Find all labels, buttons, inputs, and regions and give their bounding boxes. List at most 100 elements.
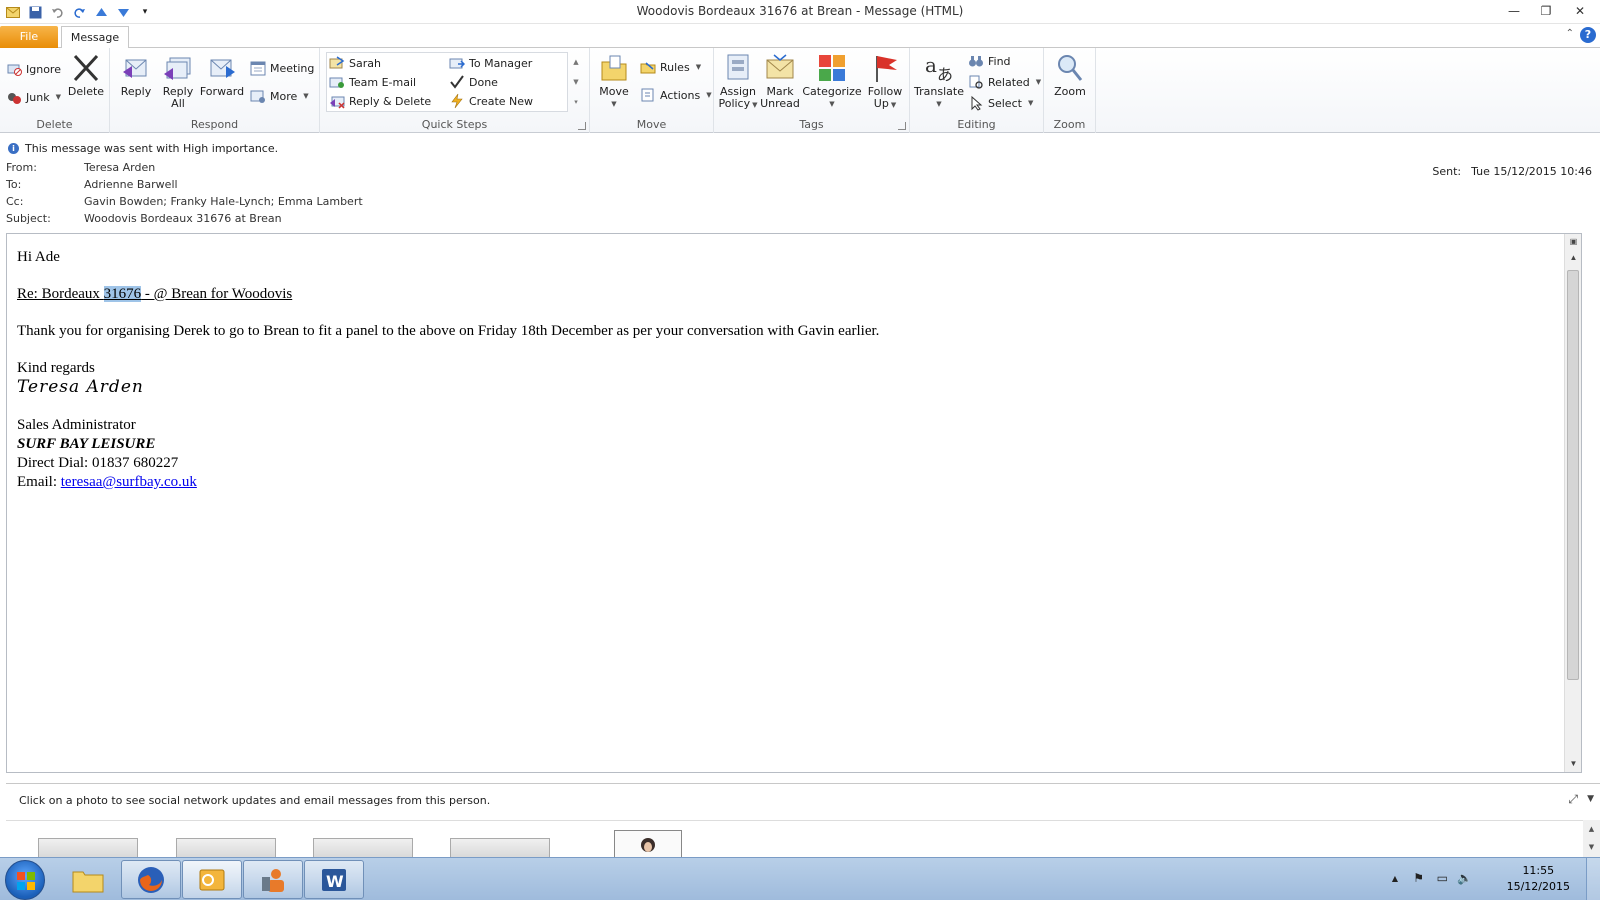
quick-step-team-email[interactable]: Team E-mail — [329, 73, 416, 91]
close-button[interactable]: ✕ — [1564, 0, 1596, 22]
collapse-ribbon-icon[interactable]: ⌃ — [1566, 28, 1574, 39]
quick-steps-scroll[interactable]: ▲ ▼ ▾ — [569, 52, 583, 112]
forward-button[interactable]: Forward — [198, 52, 246, 98]
quick-step-done[interactable]: Done — [449, 73, 498, 91]
more-respond-button[interactable]: More ▼ — [250, 87, 309, 105]
message-header: i This message was sent with High import… — [0, 133, 1600, 233]
restore-button[interactable]: ❐ — [1530, 0, 1562, 22]
find-button[interactable]: Find — [968, 52, 1011, 70]
sent-row: Sent: Tue 15/12/2015 10:46 — [1432, 165, 1592, 178]
greeting: Hi Ade — [17, 249, 60, 265]
follow-up-button[interactable]: Follow Up ▼ — [864, 52, 906, 111]
taskbar-firefox[interactable] — [121, 860, 181, 899]
email-link[interactable]: teresaa@surfbay.co.uk — [61, 474, 197, 490]
junk-button[interactable]: Junk ▼ — [6, 88, 61, 106]
scroll-down-icon[interactable]: ▼ — [1565, 756, 1582, 772]
svg-text:あ: あ — [937, 65, 953, 84]
quick-steps-launcher-icon[interactable] — [578, 122, 586, 130]
user-app-icon — [262, 868, 284, 892]
taskbar-word[interactable]: W — [304, 860, 364, 899]
rules-button[interactable]: Rules ▼ — [640, 58, 701, 76]
network-icon[interactable]: ▭ — [1437, 871, 1448, 885]
zoom-button[interactable]: Zoom — [1048, 52, 1092, 98]
group-label-respond: Respond — [190, 118, 239, 131]
people-pane-divider — [6, 820, 1600, 821]
delete-button[interactable]: Delete — [66, 52, 106, 98]
people-pane-hint: Click on a photo to see social network u… — [19, 794, 491, 807]
group-zoom: Zoom Zoom — [1044, 48, 1096, 133]
scroll-up-icon[interactable]: ▲ — [1565, 250, 1582, 266]
group-move: Move ▼ Rules ▼ Actions ▼ Move — [590, 48, 714, 133]
direct-dial: Direct Dial: 01837 680227 — [17, 455, 179, 471]
categorize-button[interactable]: Categorize ▼ — [802, 52, 862, 110]
assign-policy-icon — [727, 54, 749, 80]
company-name: SURF BAY LEISURE — [17, 436, 156, 452]
scroll-settings-icon[interactable]: ▣ — [1565, 234, 1582, 250]
tab-file[interactable]: File — [0, 26, 58, 48]
windows-logo-icon — [17, 872, 35, 890]
categorize-icon — [819, 55, 845, 81]
taskbar: W ▲ ⚑ ▭ 🔈 11:55 15/12/2015 — [0, 857, 1600, 900]
collapse-people-pane-icon[interactable]: ▼ — [1587, 794, 1594, 804]
mark-unread-button[interactable]: Mark Unread — [760, 52, 800, 110]
word-icon: W — [322, 868, 346, 891]
action-center-flag-icon[interactable]: ⚑ — [1413, 871, 1424, 885]
help-icon[interactable]: ? — [1580, 27, 1596, 43]
svg-text:W: W — [326, 872, 344, 891]
message-body[interactable]: Hi Ade Re: Bordeaux 31676 - @ Brean for … — [6, 233, 1582, 773]
scroll-thumb[interactable] — [1567, 270, 1579, 680]
cursor-icon — [971, 95, 983, 111]
meeting-button[interactable]: Meeting — [250, 59, 314, 77]
reply-button[interactable]: Reply — [116, 52, 156, 98]
group-respond: Reply Reply All Forward Meeting More ▼ Re… — [110, 48, 320, 133]
taskbar-explorer[interactable] — [58, 860, 118, 899]
show-hidden-icons[interactable]: ▲ — [1392, 874, 1398, 883]
taskbar-clock[interactable]: 11:55 15/12/2015 — [1507, 863, 1570, 895]
cc-value[interactable]: Gavin Bowden; Franky Hale-Lynch; Emma La… — [84, 195, 363, 208]
quick-step-create-new[interactable]: Create New — [449, 92, 533, 110]
quick-step-to-manager[interactable]: To Manager — [449, 54, 532, 72]
group-label-delete: Delete — [36, 118, 73, 131]
delete-x-icon — [73, 54, 99, 82]
contact-photo[interactable] — [313, 838, 413, 858]
assign-policy-button[interactable]: Assign Policy ▼ — [718, 52, 758, 111]
minimize-button[interactable]: — — [1498, 0, 1530, 22]
tags-launcher-icon[interactable] — [898, 122, 906, 130]
actions-button[interactable]: Actions ▼ — [640, 86, 712, 104]
body-paragraph: Thank you for organising Derek to go to … — [17, 323, 880, 339]
move-button[interactable]: Move ▼ — [596, 52, 632, 110]
tab-message[interactable]: Message — [61, 26, 129, 49]
envelope-arrow-icon — [329, 56, 345, 69]
quick-step-reply-delete[interactable]: Reply & Delete — [329, 92, 431, 110]
contact-photo[interactable] — [38, 838, 138, 858]
people-pane-scrollbar[interactable]: ▲ ▼ — [1583, 820, 1600, 858]
title-bar: ▾ Woodovis Bordeaux 31676 at Brean - Mes… — [0, 0, 1600, 24]
related-button[interactable]: Related ▼ — [968, 73, 1041, 91]
to-value[interactable]: Adrienne Barwell — [84, 178, 178, 191]
volume-icon[interactable]: 🔈 — [1457, 871, 1472, 885]
to-row: To: Adrienne Barwell — [6, 178, 178, 191]
ignore-icon — [7, 64, 22, 76]
contact-photo-selected[interactable] — [614, 830, 682, 858]
quick-step-sarah[interactable]: Sarah — [329, 54, 381, 72]
sent-value: Tue 15/12/2015 10:46 — [1471, 165, 1592, 178]
contact-photo[interactable] — [176, 838, 276, 858]
subject-value: Woodovis Bordeaux 31676 at Brean — [84, 212, 282, 225]
start-button[interactable] — [5, 860, 45, 900]
translate-button[interactable]: aあ Translate ▼ — [914, 52, 964, 110]
contact-photo[interactable] — [450, 838, 550, 858]
calendar-icon — [250, 61, 266, 76]
info-icon: i — [8, 143, 19, 154]
expand-people-pane-icon[interactable]: ⤢ — [1568, 792, 1578, 807]
from-value[interactable]: Teresa Arden — [84, 161, 155, 174]
select-button[interactable]: Select ▼ — [968, 94, 1033, 112]
show-desktop-button[interactable] — [1586, 858, 1600, 900]
taskbar-outlook[interactable] — [182, 860, 242, 899]
reply-all-button[interactable]: Reply All — [156, 52, 200, 110]
taskbar-app[interactable] — [243, 860, 303, 899]
forward-icon — [210, 59, 235, 78]
forward-envelope-icon — [449, 58, 465, 69]
ignore-button[interactable]: Ignore — [6, 60, 61, 78]
quick-steps-gallery: Sarah To Manager Team E-mail Done Reply … — [326, 52, 568, 112]
body-scrollbar[interactable]: ▣ ▲ ▼ — [1564, 234, 1581, 772]
